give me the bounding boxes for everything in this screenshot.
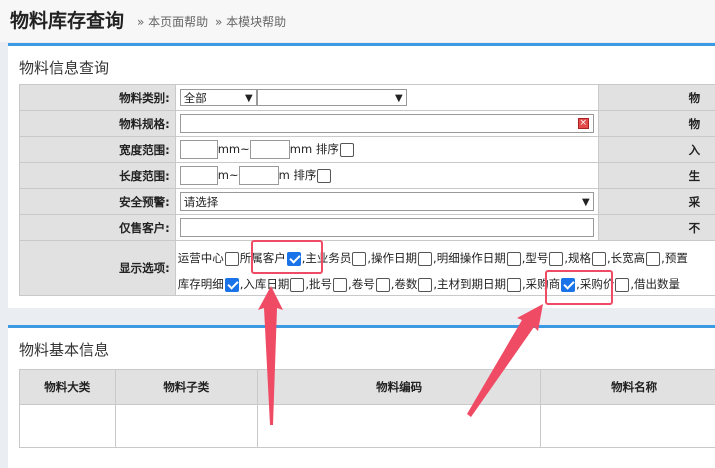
opt-inbound-date-checkbox[interactable]: [290, 278, 304, 292]
opt-operation-date-checkbox[interactable]: [418, 252, 432, 266]
material-subcategory-select[interactable]: ▼: [257, 89, 407, 106]
width-range-label: 宽度范围:: [20, 137, 176, 163]
col-header-code[interactable]: 物料编码: [258, 370, 541, 405]
table-row: [20, 405, 715, 448]
right-label-2: 物: [598, 111, 715, 137]
basic-info-title: 物料基本信息: [19, 339, 109, 360]
opt-batch-checkbox[interactable]: [333, 278, 347, 292]
chevron-down-icon: ▼: [582, 193, 590, 212]
opt-dimensions-checkbox[interactable]: [646, 252, 660, 266]
clear-icon[interactable]: ×: [578, 118, 589, 129]
right-label-4: 生: [598, 163, 715, 189]
right-label-6: 不: [598, 215, 715, 241]
right-label-3: 入: [598, 137, 715, 163]
page-title: 物料库存查询: [10, 6, 124, 33]
module-help-link[interactable]: » 本模块帮助: [215, 13, 286, 30]
right-label-5: 采: [598, 189, 715, 215]
width-sort-checkbox[interactable]: [340, 143, 354, 157]
exclusive-customer-input[interactable]: [180, 218, 594, 237]
basic-info-table: 物料大类 物料子类 物料编码 物料名称: [19, 369, 715, 448]
col-header-subcategory[interactable]: 物料子类: [115, 370, 258, 405]
length-min-input[interactable]: [180, 166, 218, 185]
exclusive-customer-label: 仅售客户:: [20, 215, 176, 241]
material-spec-input[interactable]: ×: [180, 114, 594, 133]
length-range-label: 长度范围:: [20, 163, 176, 189]
opt-model-checkbox[interactable]: [549, 252, 563, 266]
length-max-input[interactable]: [239, 166, 279, 185]
width-max-input[interactable]: [250, 140, 290, 159]
opt-operation-center-checkbox[interactable]: [225, 252, 239, 266]
width-min-input[interactable]: [180, 140, 218, 159]
chevron-down-icon: ▼: [245, 90, 253, 107]
opt-roll-count-checkbox[interactable]: [418, 278, 432, 292]
page-header: 物料库存查询 » 本页面帮助 » 本模块帮助: [0, 0, 715, 42]
safety-alert-select[interactable]: 请选择 ▼: [180, 192, 594, 211]
right-label-1: 物: [598, 85, 715, 111]
opt-main-salesperson-checkbox[interactable]: [352, 252, 366, 266]
opt-purchase-price-checkbox[interactable]: [615, 278, 629, 292]
query-form: 物料类别: 全部 ▼ ▼ 物 物料规格: × 物: [19, 84, 715, 296]
safety-alert-label: 安全预警:: [20, 189, 176, 215]
highlight-box-supplier: [545, 270, 613, 305]
length-sort-checkbox[interactable]: [317, 169, 331, 183]
highlight-box-owner-customer: [251, 240, 323, 274]
query-panel-title: 物料信息查询: [19, 57, 109, 78]
material-category-label: 物料类别:: [20, 85, 176, 111]
opt-detail-operation-date-checkbox[interactable]: [507, 252, 521, 266]
chevron-down-icon: ▼: [395, 90, 403, 107]
basic-info-panel: 物料基本信息 物料大类 物料子类 物料编码 物料名称: [8, 325, 715, 468]
opt-roll-number-checkbox[interactable]: [376, 278, 390, 292]
col-header-name[interactable]: 物料名称: [541, 370, 715, 405]
material-spec-label: 物料规格:: [20, 111, 176, 137]
opt-stock-detail-checkbox[interactable]: [225, 278, 239, 292]
page-help-link[interactable]: » 本页面帮助: [137, 13, 208, 30]
query-panel: 物料信息查询 物料类别: 全部 ▼ ▼ 物 物料规格: ×: [8, 43, 715, 308]
display-options-label: 显示选项:: [20, 241, 176, 296]
opt-main-material-expiry-checkbox[interactable]: [507, 278, 521, 292]
opt-spec-checkbox[interactable]: [592, 252, 606, 266]
col-header-category[interactable]: 物料大类: [20, 370, 116, 405]
material-category-select[interactable]: 全部 ▼: [180, 89, 257, 106]
